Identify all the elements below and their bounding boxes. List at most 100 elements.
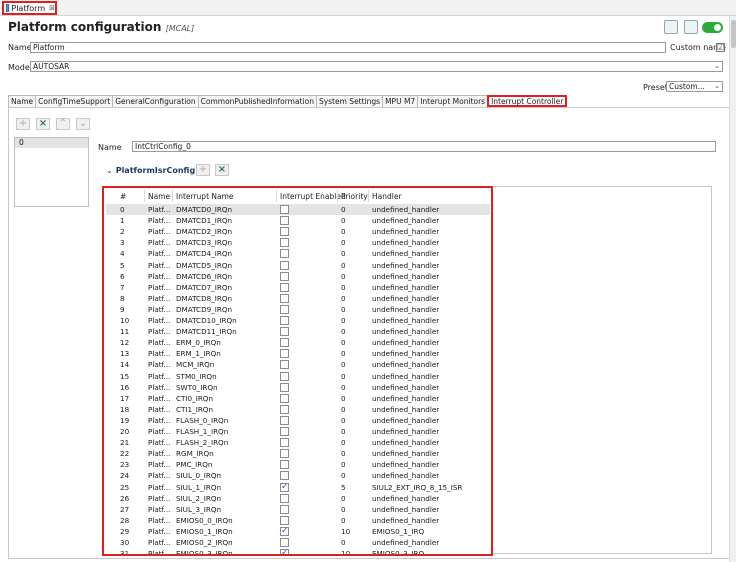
interrupt-enabled-checkbox[interactable]	[280, 293, 289, 303]
interrupt-enabled-checkbox[interactable]	[280, 404, 289, 414]
interrupt-enabled-checkbox[interactable]	[280, 460, 289, 470]
table-row[interactable]: 12 Platf... ERM_0_IRQn 0 undefined_handler	[106, 337, 490, 348]
delete-icon[interactable]: ×	[36, 118, 50, 130]
interrupt-enabled-checkbox[interactable]	[280, 493, 289, 503]
table-row[interactable]: 18 Platf... CTI1_IRQn 0 undefined_handler	[106, 404, 490, 415]
add-icon[interactable]: +	[16, 118, 30, 130]
table-row[interactable]: 29 Platf... EMIOS0_1_IRQn 10 EMIOS0_1_IRQ	[106, 526, 490, 537]
table-row[interactable]: 0 Platf... DMATCD0_IRQn 0 undefined_handler	[106, 204, 490, 215]
table-row[interactable]: 2 Platf... DMATCD2_IRQn 0 undefined_handler	[106, 226, 490, 237]
interrupt-enabled-checkbox[interactable]	[280, 238, 289, 248]
editor-tab-platform[interactable]: Platform ⊠	[2, 1, 57, 15]
interrupt-enabled-checkbox[interactable]	[280, 471, 289, 481]
tab-interrupt-controller[interactable]: Interrupt Controller	[487, 95, 568, 107]
lock-icon[interactable]	[684, 20, 698, 34]
table-row[interactable]: 21 Platf... FLASH_2_IRQn 0 undefined_handler	[106, 437, 490, 448]
move-up-icon[interactable]: ⌃	[56, 118, 70, 130]
column-header[interactable]: Name	[148, 192, 170, 201]
interrupt-enabled-checkbox[interactable]	[280, 249, 289, 259]
column-header[interactable]: Handler	[372, 192, 402, 201]
table-row[interactable]: 27 Platf... SIUL_3_IRQn 0 undefined_handler	[106, 504, 490, 515]
column-header[interactable]: #	[120, 192, 126, 201]
tab-mpu-m7[interactable]: MPU M7	[382, 95, 419, 107]
name-field[interactable]: Platform	[30, 42, 666, 53]
custom-name-checkbox[interactable]: ☑	[716, 43, 725, 52]
enable-toggle[interactable]	[702, 22, 723, 33]
interrupt-enabled-checkbox[interactable]	[280, 548, 289, 554]
table-row[interactable]: 6 Platf... DMATCD6_IRQn 0 undefined_handler	[106, 271, 490, 282]
add-icon[interactable]: +	[196, 164, 210, 176]
tab-system-settings[interactable]: System Settings	[315, 95, 384, 107]
table-row[interactable]: 5 Platf... DMATCD5_IRQn 0 undefined_handler	[106, 260, 490, 271]
table-row[interactable]: 17 Platf... CTI0_IRQn 0 undefined_handler	[106, 393, 490, 404]
column-divider[interactable]	[172, 190, 173, 202]
interrupt-enabled-checkbox[interactable]	[280, 227, 289, 237]
interrupt-enabled-checkbox[interactable]	[280, 415, 289, 425]
document-icon[interactable]	[664, 20, 678, 34]
interrupt-enabled-checkbox[interactable]	[280, 327, 289, 337]
table-row[interactable]: 31 Platf... EMIOS0_3_IRQn 10 EMIOS0_3_IRQ	[106, 548, 490, 554]
interrupt-enabled-checkbox[interactable]	[280, 382, 289, 392]
table-row[interactable]: 30 Platf... EMIOS0_2_IRQn 0 undefined_handle…	[106, 537, 490, 548]
interrupt-enabled-checkbox[interactable]	[280, 449, 289, 459]
interrupt-enabled-checkbox[interactable]	[280, 371, 289, 381]
table-row[interactable]: 20 Platf... FLASH_1_IRQn 0 undefined_handler	[106, 426, 490, 437]
table-row[interactable]: 28 Platf... EMIOS0_0_IRQn 0 undefined_handle…	[106, 515, 490, 526]
interrupt-enabled-checkbox[interactable]	[280, 260, 289, 270]
tab-configtimesupport[interactable]: ConfigTimeSupport	[35, 95, 114, 107]
table-row[interactable]: 10 Platf... DMATCD10_IRQn 0 undefined_handle…	[106, 315, 490, 326]
delete-icon[interactable]: ×	[215, 164, 229, 176]
interrupt-enabled-checkbox[interactable]	[280, 316, 289, 325]
interrupt-enabled-checkbox[interactable]	[280, 271, 289, 281]
interrupt-enabled-checkbox[interactable]	[280, 205, 289, 214]
table-row[interactable]: 23 Platf... PMC_IRQn 0 undefined_handler	[106, 459, 490, 470]
mode-select[interactable]: AUTOSAR ⌄	[30, 61, 723, 72]
column-header[interactable]: Priority	[341, 192, 368, 201]
interrupt-enabled-checkbox[interactable]	[280, 526, 289, 537]
table-row[interactable]: 16 Platf... SWT0_IRQn 0 undefined_handler	[106, 382, 490, 393]
column-header[interactable]: Interrupt Name	[176, 192, 234, 201]
close-icon[interactable]: ⊠	[49, 4, 55, 12]
table-row[interactable]: 8 Platf... DMATCD8_IRQn 0 undefined_handler	[106, 293, 490, 304]
column-divider[interactable]	[144, 190, 145, 202]
table-row[interactable]: 7 Platf... DMATCD7_IRQn 0 undefined_handler	[106, 282, 490, 293]
interrupt-enabled-checkbox[interactable]	[280, 216, 289, 226]
interrupt-enabled-checkbox[interactable]	[280, 338, 289, 348]
table-row[interactable]: 24 Platf... SIUL_0_IRQn 0 undefined_handler	[106, 470, 490, 481]
scrollbar-thumb[interactable]	[731, 20, 736, 48]
table-row[interactable]: 19 Platf... FLASH_0_IRQn 0 undefined_handler	[106, 415, 490, 426]
column-divider[interactable]	[337, 190, 338, 202]
vertical-scrollbar[interactable]	[729, 16, 736, 562]
column-divider[interactable]	[276, 190, 277, 202]
interrupt-enabled-checkbox[interactable]	[280, 427, 289, 436]
interrupt-enabled-checkbox[interactable]	[280, 282, 289, 292]
interrupt-enabled-checkbox[interactable]	[280, 304, 289, 314]
table-row[interactable]: 26 Platf... SIUL_2_IRQn 0 undefined_handler	[106, 493, 490, 504]
table-row[interactable]: 25 Platf... SIUL_1_IRQn 5 SIUL2_EXT_IRQ_8_15…	[106, 482, 490, 493]
tab-interupt-monitors[interactable]: Interupt Monitors	[417, 95, 489, 107]
column-header[interactable]: Interrupt Enabled	[280, 192, 346, 201]
table-row[interactable]: 13 Platf... ERM_1_IRQn 0 undefined_handler	[106, 348, 490, 359]
column-divider[interactable]	[368, 190, 369, 202]
intctrl-config-list[interactable]: 0	[14, 137, 89, 207]
interrupt-enabled-checkbox[interactable]	[280, 438, 289, 448]
interrupt-enabled-checkbox[interactable]	[280, 504, 289, 514]
tab-generalconfiguration[interactable]: GeneralConfiguration	[112, 95, 199, 107]
interrupt-enabled-checkbox[interactable]	[280, 393, 289, 403]
tab-commonpublishedinformation[interactable]: CommonPublishedInformation	[197, 95, 317, 107]
move-down-icon[interactable]: ⌄	[76, 118, 90, 130]
interrupt-enabled-checkbox[interactable]	[280, 515, 289, 525]
list-item[interactable]: 0	[15, 138, 88, 148]
preset-select[interactable]: Custom... ⌄	[666, 81, 723, 92]
table-row[interactable]: 1 Platf... DMATCD1_IRQn 0 undefined_handler	[106, 215, 490, 226]
table-row[interactable]: 15 Platf... STM0_IRQn 0 undefined_handler	[106, 371, 490, 382]
intctrl-name-field[interactable]: IntCtrlConfig_0	[132, 141, 716, 152]
table-row[interactable]: 11 Platf... DMATCD11_IRQn 0 undefined_handle…	[106, 326, 490, 337]
table-row[interactable]: 14 Platf... MCM_IRQn 0 undefined_handler	[106, 359, 490, 370]
interrupt-enabled-checkbox[interactable]	[280, 538, 289, 547]
interrupt-enabled-checkbox[interactable]	[280, 482, 289, 493]
table-row[interactable]: 3 Platf... DMATCD3_IRQn 0 undefined_handler	[106, 237, 490, 248]
table-row[interactable]: 9 Platf... DMATCD9_IRQn 0 undefined_handler	[106, 304, 490, 315]
interrupt-enabled-checkbox[interactable]	[280, 349, 289, 359]
interrupt-enabled-checkbox[interactable]	[280, 360, 289, 370]
